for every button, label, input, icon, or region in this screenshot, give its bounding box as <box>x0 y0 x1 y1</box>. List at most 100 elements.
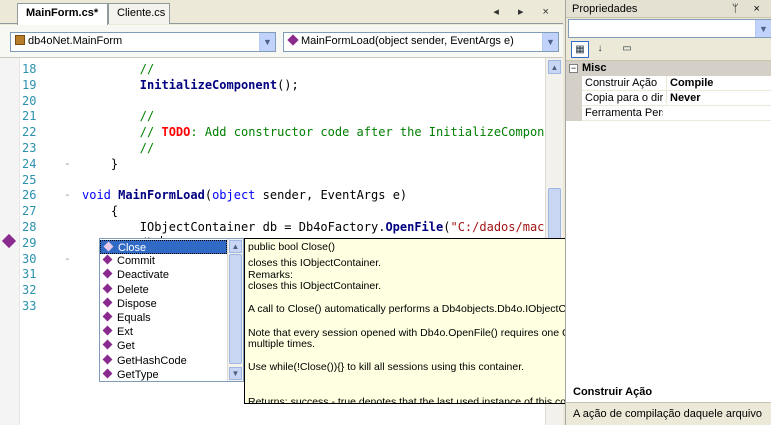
chevron-down-icon[interactable]: ▼ <box>755 20 771 37</box>
completion-item[interactable]: Deactivate <box>100 268 227 282</box>
method-icon <box>287 34 299 46</box>
code-token: ( <box>204 188 213 203</box>
scroll-up-arrow-icon[interactable]: ▲ <box>548 60 561 74</box>
outline-fold-marker[interactable] <box>64 266 76 282</box>
method-icon <box>102 311 113 322</box>
completion-item[interactable]: Ext <box>100 325 227 339</box>
outline-fold-marker[interactable] <box>64 219 76 235</box>
code-text: } <box>82 156 118 172</box>
property-grid: − Misc Construir Ação Compile Copia para o… <box>566 60 771 402</box>
line-number: 26 <box>22 188 37 203</box>
outline-fold-marker[interactable]: - <box>64 156 76 172</box>
properties-object-dropdown[interactable]: ▼ <box>568 19 771 38</box>
code-line[interactable]: 24 - } <box>22 156 542 172</box>
line-number: 33 <box>22 299 37 313</box>
alphabetical-sort-icon[interactable]: ↓ <box>591 41 609 58</box>
code-text: // TODO: Add constructor code after the … <box>82 124 545 140</box>
member-selector-value: MainFormLoad(object sender, EventArgs e) <box>301 35 514 47</box>
outline-fold-marker[interactable] <box>64 108 76 124</box>
properties-pane: Propriedades ᛘ × ▼ ▦ ↓ ▭ − Misc Construi… <box>565 0 771 425</box>
outline-fold-marker[interactable] <box>64 235 76 251</box>
outline-fold-marker[interactable]: - <box>64 187 76 203</box>
tooltip-line: multiple times. <box>248 338 316 351</box>
code-line[interactable]: 25 <box>22 172 542 188</box>
scroll-down-arrow-icon[interactable]: ▼ <box>229 367 242 380</box>
outline-fold-marker[interactable] <box>64 203 76 219</box>
line-number: 27 <box>22 204 37 219</box>
outline-fold-marker[interactable]: - <box>64 251 76 267</box>
completion-item-label: Delete <box>117 283 149 296</box>
properties-pin-close-buttons[interactable]: ᛘ × <box>732 3 766 15</box>
method-icon <box>103 241 114 252</box>
chevron-down-icon[interactable]: ▼ <box>259 33 275 51</box>
code-text: void MainFormLoad(object sender, EventAr… <box>82 187 407 203</box>
method-icon <box>102 268 113 279</box>
property-row[interactable]: Ferramenta Perso <box>566 106 771 121</box>
completion-item-label: Dispose <box>117 297 157 310</box>
completion-item-label: Deactivate <box>117 269 169 282</box>
property-row[interactable]: Construir Ação Compile <box>566 76 771 91</box>
categorized-view-icon[interactable]: ▦ <box>571 41 589 58</box>
property-pages-icon[interactable]: ▭ <box>618 41 636 58</box>
completion-item[interactable]: GetType <box>100 368 227 381</box>
line-number: 22 <box>22 125 37 140</box>
category-misc[interactable]: − Misc <box>566 61 771 76</box>
outline-fold-marker[interactable] <box>64 298 76 314</box>
scroll-thumb[interactable] <box>229 254 242 364</box>
property-row[interactable]: Copia para o diretNever <box>566 91 771 106</box>
code-line[interactable]: 21 // <box>22 108 542 124</box>
code-line[interactable]: 20 <box>22 93 542 109</box>
scroll-up-arrow-icon[interactable]: ▲ <box>229 240 242 253</box>
completion-item[interactable]: Close <box>100 240 227 255</box>
code-text: // <box>82 61 154 77</box>
completion-item[interactable]: GetHashCode <box>100 354 227 368</box>
outline-fold-marker[interactable] <box>64 172 76 188</box>
completion-item[interactable]: Get <box>100 339 227 353</box>
chevron-down-icon[interactable]: ▼ <box>542 33 558 51</box>
tab-strip-buttons[interactable]: ◂ ▸ × <box>493 5 557 18</box>
class-selector-dropdown[interactable]: db4oNet.MainForm ▼ <box>10 32 276 52</box>
intellisense-completion-list[interactable]: Close Commit Deactivate Delete Dispose Equals… <box>99 238 244 382</box>
line-number: 25 <box>22 172 37 187</box>
completion-item[interactable]: Commit <box>100 254 227 268</box>
document-tab-strip: MainForm.cs* Cliente.cs ◂ ▸ × <box>0 0 563 25</box>
collapse-icon[interactable]: − <box>569 64 578 73</box>
completion-item[interactable]: Equals <box>100 311 227 325</box>
row-gutter <box>566 91 582 106</box>
completion-item[interactable]: Dispose <box>100 297 227 311</box>
code-token: { <box>82 204 119 219</box>
completion-scrollbar[interactable]: ▲ ▼ <box>227 239 243 381</box>
outline-fold-marker[interactable] <box>64 61 76 77</box>
property-name: Construir Ação <box>585 77 658 89</box>
completion-item-label: Equals <box>117 312 151 324</box>
code-token: "C:/dados/macoratti. <box>450 220 545 234</box>
outline-fold-marker[interactable] <box>64 93 76 109</box>
line-number: 30 <box>22 251 37 266</box>
code-line[interactable]: 23 // <box>22 140 542 156</box>
line-number: 21 <box>22 109 37 124</box>
code-text: // <box>82 108 154 124</box>
properties-title: Propriedades <box>572 3 638 15</box>
code-line[interactable]: 18 // <box>22 61 542 77</box>
completion-item[interactable]: Delete <box>100 283 227 297</box>
outline-fold-marker[interactable] <box>64 77 76 93</box>
code-line[interactable]: 19 InitializeComponent(); <box>22 77 542 93</box>
code-token: // <box>82 62 155 76</box>
code-line[interactable]: 27 { <box>22 203 542 219</box>
property-value[interactable]: Compile <box>666 76 770 90</box>
member-selector-dropdown[interactable]: MainFormLoad(object sender, EventArgs e)… <box>283 32 559 52</box>
tab-cliente-cs[interactable]: Cliente.cs <box>108 3 170 24</box>
code-token: InitializeComponent <box>139 77 278 92</box>
outline-fold-marker[interactable] <box>64 140 76 156</box>
code-line[interactable]: 22 // TODO: Add constructor code after t… <box>22 124 545 140</box>
code-line[interactable]: 26 - void MainFormLoad(object sender, Even… <box>22 187 542 203</box>
code-line[interactable]: 28 IObjectContainer db = Db4oFactory.Ope… <box>22 219 545 235</box>
outline-fold-marker[interactable] <box>64 282 76 298</box>
line-number: 20 <box>22 93 37 108</box>
method-icon <box>102 354 113 365</box>
property-value[interactable]: Never <box>666 91 770 105</box>
code-token: sender, EventArgs e) <box>255 188 408 203</box>
tab-mainform-cs[interactable]: MainForm.cs* <box>17 3 108 25</box>
code-token: OpenFile <box>385 220 444 234</box>
outline-fold-marker[interactable] <box>64 124 76 140</box>
